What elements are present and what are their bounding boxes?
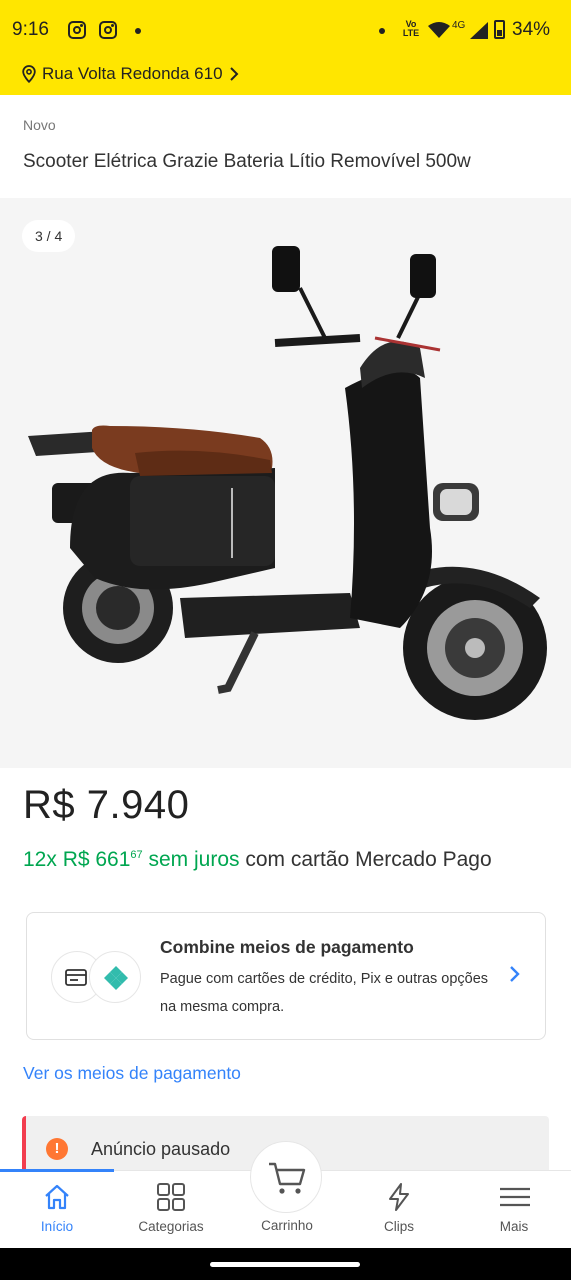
home-icon bbox=[45, 1184, 69, 1210]
product-condition: Novo bbox=[23, 117, 56, 133]
wifi-icon bbox=[428, 22, 450, 38]
status-time: 9:16 bbox=[12, 19, 49, 40]
scooter-image bbox=[28, 246, 547, 720]
menu-icon bbox=[500, 1187, 530, 1207]
notification-dot-icon bbox=[135, 28, 141, 34]
signal-icon bbox=[470, 22, 488, 39]
payment-card-title: Combine meios de pagamento bbox=[160, 937, 414, 957]
installments-cents: 67 bbox=[130, 849, 143, 861]
battery-icon bbox=[494, 20, 505, 39]
cart-icon bbox=[269, 1162, 306, 1194]
installments-info: 12x R$ 66167 sem juros com cartão Mercad… bbox=[23, 842, 543, 873]
view-payment-methods-link[interactable]: Ver os meios de pagamento bbox=[23, 1063, 241, 1084]
notification-dot-icon bbox=[379, 28, 385, 34]
warning-icon: ! bbox=[46, 1138, 68, 1160]
combine-payment-card[interactable]: Combine meios de pagamento Pague com car… bbox=[26, 912, 546, 1040]
nav-item-mais[interactable]: Mais bbox=[457, 1171, 571, 1249]
chevron-right-icon bbox=[510, 966, 520, 982]
payment-card-description: Pague com cartões de crédito, Pix e outr… bbox=[160, 971, 489, 1015]
nav-item-categorias[interactable]: Categorias bbox=[114, 1171, 228, 1249]
paused-notice-text: Anúncio pausado bbox=[91, 1139, 231, 1159]
product-title: Scooter Elétrica Grazie Bateria Lítio Re… bbox=[23, 151, 471, 172]
installments-condition: com cartão Mercado Pago bbox=[239, 848, 492, 871]
header: 9:16 Vo LTE 4G 34% Rua Volta Redonda 610 bbox=[0, 0, 571, 95]
chevron-right-icon bbox=[229, 67, 238, 81]
nav-item-inicio[interactable]: Início bbox=[0, 1171, 114, 1249]
nav-label-mais: Mais bbox=[499, 1219, 529, 1234]
lightning-icon bbox=[389, 1183, 409, 1211]
address-text: Rua Volta Redonda 610 bbox=[42, 64, 223, 83]
nav-label-clips: Clips bbox=[383, 1219, 414, 1234]
instagram-icon bbox=[68, 21, 86, 39]
pix-icon bbox=[104, 966, 128, 990]
image-counter: 3 / 4 bbox=[22, 220, 76, 252]
product-image-gallery[interactable]: 3 / 4 bbox=[0, 198, 571, 768]
status-bar: 9:16 Vo LTE 4G 34% bbox=[0, 0, 571, 60]
instagram-icon bbox=[99, 21, 117, 39]
nav-label-categorias: Categorias bbox=[138, 1219, 204, 1234]
home-gesture-pill[interactable] bbox=[210, 1262, 360, 1267]
system-navigation-bar bbox=[0, 1248, 571, 1280]
nav-item-clips[interactable]: Clips bbox=[342, 1171, 456, 1249]
nav-item-carrinho[interactable] bbox=[250, 1141, 322, 1213]
nav-label-carrinho: Carrinho bbox=[261, 1218, 313, 1233]
credit-card-icon bbox=[65, 969, 87, 986]
location-pin-icon bbox=[22, 65, 36, 83]
installments-amount: 12x R$ 66167 sem juros bbox=[23, 848, 240, 871]
delivery-address[interactable]: Rua Volta Redonda 610 bbox=[22, 62, 239, 86]
nav-label-inicio: Início bbox=[40, 1219, 74, 1234]
network-type: 4G bbox=[452, 20, 466, 31]
volte-indicator: Vo LTE bbox=[402, 19, 420, 38]
pix-circle bbox=[89, 951, 141, 1003]
grid-icon bbox=[157, 1183, 185, 1211]
battery-percent: 34% bbox=[512, 19, 551, 40]
product-price: R$ 7.940 bbox=[23, 783, 190, 827]
